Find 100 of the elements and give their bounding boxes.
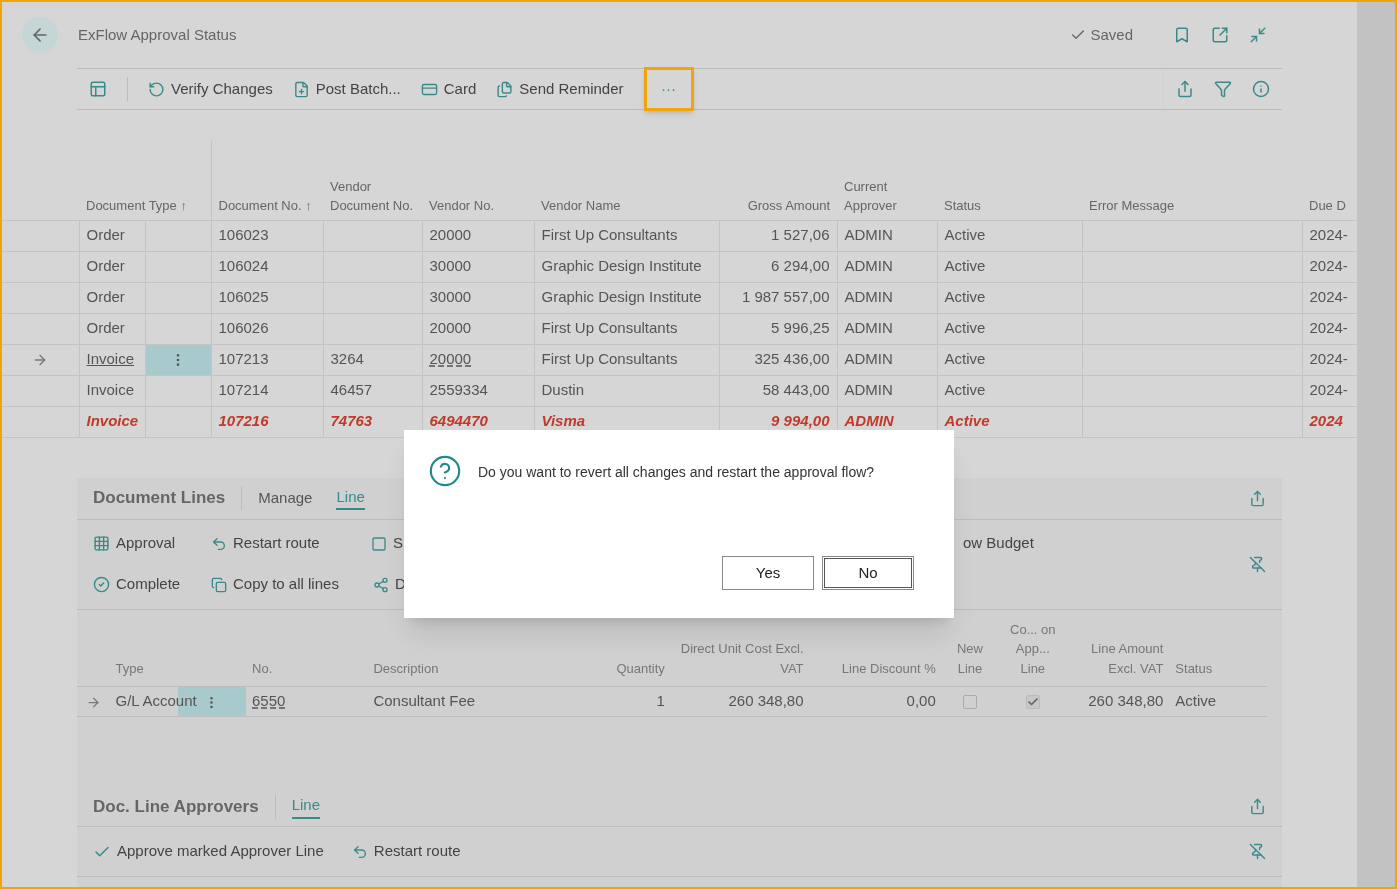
column-header[interactable]: Description [373, 658, 579, 678]
column-header[interactable]: Gross Amount [726, 196, 830, 216]
table-cell: 325 436,00 [754, 350, 830, 368]
action-button[interactable]: Restart route [351, 835, 461, 868]
table-cell: Active [944, 257, 986, 275]
table-cell: First Up Consultants [541, 350, 678, 368]
table-cell: First Up Consultants [541, 226, 678, 244]
layout-icon[interactable] [89, 80, 107, 98]
column-header[interactable]: Error Message [1089, 196, 1295, 216]
table-cell: ADMIN [844, 257, 893, 275]
column-header[interactable]: Co... on App... Line [1004, 619, 1062, 678]
table-cell[interactable]: 6494470 [429, 412, 488, 430]
table-cell[interactable]: Order [86, 226, 125, 244]
action-button[interactable]: Send Reminder [496, 73, 624, 105]
section-tab[interactable]: Line [336, 485, 365, 511]
table-cell[interactable]: 30000 [429, 257, 472, 275]
action-button[interactable]: S [371, 527, 411, 560]
table-cell[interactable]: 20000 [429, 226, 472, 244]
bookmark-icon[interactable] [1173, 26, 1191, 44]
action-button[interactable]: Post Batch... [292, 73, 401, 105]
saved-status: Saved [1090, 24, 1133, 45]
column-header[interactable]: Direct Unit Cost Excl. VAT [676, 639, 804, 678]
filter-icon[interactable] [1214, 80, 1232, 98]
column-header[interactable]: Document Type ↑ [86, 196, 204, 216]
share-icon[interactable] [1176, 80, 1194, 98]
column-header[interactable]: Quantity [590, 658, 665, 678]
table-row[interactable]: G/L Account 6550 Consultant Fee 1 260 348,80 0,00 260 348,80 Active [77, 686, 1267, 717]
action-button[interactable]: Restart route [211, 527, 371, 560]
table-cell[interactable]: 20000 [429, 319, 472, 337]
share-icon[interactable] [1249, 489, 1266, 507]
column-header[interactable]: Document No. ↑ [218, 196, 316, 216]
table-cell: Active [944, 381, 986, 399]
checkbox[interactable] [1025, 695, 1040, 710]
column-header[interactable]: Vendor Document No. [330, 176, 415, 216]
table-cell[interactable]: 2559334 [429, 381, 488, 399]
table-row[interactable]: Order 106025 30000 Graphic Design Institute 1 987 557,00 ADMIN Active 2024- [2, 282, 1357, 313]
share-icon[interactable] [1249, 798, 1266, 815]
table-cell: 106025 [218, 288, 269, 306]
section-tab[interactable]: Line [291, 794, 320, 819]
table-row[interactable]: Invoice 107214 46457 2559334 Dustin 58 443,00 ADMIN Active 2024- [2, 375, 1357, 406]
table-cell[interactable]: Invoice [86, 412, 139, 430]
unpin-icon[interactable] [1249, 555, 1266, 573]
table-cell: 260 348,80 [1088, 692, 1164, 710]
grid-icon [93, 535, 110, 552]
open-new-window-icon[interactable] [1211, 26, 1229, 44]
table-cell: 260 348,80 [728, 692, 804, 710]
table-cell: ADMIN [844, 226, 893, 244]
table-cell: 6 294,00 [771, 257, 830, 275]
page-title: ExFlow Approval Status [78, 24, 237, 45]
column-header[interactable]: Current Approver [844, 176, 930, 216]
column-header[interactable]: Status [1175, 658, 1261, 678]
table-cell[interactable]: 20000 [429, 350, 472, 368]
action-button[interactable]: Card [420, 73, 477, 105]
table-cell[interactable]: Invoice [86, 350, 135, 368]
back-button[interactable] [22, 17, 58, 53]
column-header[interactable]: Type [115, 658, 241, 678]
table-cell: Active [944, 412, 990, 430]
action-button[interactable]: Complete [93, 568, 211, 601]
column-header[interactable]: No. [252, 658, 362, 678]
action-button[interactable]: Copy to all lines [211, 568, 373, 601]
table-row[interactable]: Order 106023 20000 First Up Consultants 1 527,06 ADMIN Active 2024- [2, 220, 1357, 251]
column-header[interactable]: New Line [947, 639, 993, 678]
collapse-icon[interactable] [1249, 26, 1267, 44]
table-cell[interactable]: Order [86, 319, 125, 337]
table-row[interactable]: Order 106026 20000 First Up Consultants 5 996,25 ADMIN Active 2024- [2, 313, 1357, 344]
section-title: Doc. Line Approvers [93, 795, 259, 818]
more-options-button[interactable]: ··· [643, 67, 694, 111]
dialog-button[interactable]: Yes [722, 556, 814, 590]
action-button[interactable]: Approval [93, 527, 211, 560]
column-header[interactable]: Vendor Name [541, 196, 712, 216]
column-header[interactable]: Line Discount % [815, 658, 936, 678]
dialog-button[interactable]: No [822, 556, 914, 590]
table-cell: Graphic Design Institute [541, 257, 702, 275]
checkbox[interactable] [962, 695, 977, 710]
unpin-icon[interactable] [1249, 843, 1266, 860]
section-title: Document Lines [93, 487, 226, 510]
table-cell: 58 443,00 [762, 381, 830, 399]
action-button[interactable]: Verify Changes [148, 73, 273, 105]
table-cell: Consultant Fee [373, 692, 476, 710]
action-button[interactable]: Approve marked Approver Line [93, 835, 324, 868]
table-cell: Graphic Design Institute [541, 288, 702, 306]
table-cell[interactable]: 30000 [429, 288, 472, 306]
action-button[interactable]: ow Budget [963, 527, 1034, 560]
table-row[interactable]: Invoice 107213 3264 20000 First Up Consultants 325 436,00 ADMIN Active 2024- [2, 344, 1357, 375]
table-cell[interactable]: Order [86, 288, 125, 306]
table-cell: 1 527,06 [771, 226, 830, 244]
table-cell: 106023 [218, 226, 269, 244]
section-tab[interactable]: Manage [258, 486, 313, 510]
table-cell[interactable]: Invoice [86, 381, 135, 399]
table-cell[interactable]: 6550 [252, 692, 286, 710]
column-header[interactable]: Line Amount Excl. VAT [1073, 639, 1164, 678]
table-cell: First Up Consultants [541, 319, 678, 337]
table-cell: Active [944, 350, 986, 368]
column-header[interactable]: Due D [1309, 196, 1350, 216]
column-header[interactable]: Vendor No. [429, 196, 527, 216]
table-cell[interactable]: Order [86, 257, 125, 275]
column-header[interactable]: Status [944, 196, 1075, 216]
table-row[interactable]: Order 106024 30000 Graphic Design Institute 6 294,00 ADMIN Active 2024- [2, 251, 1357, 282]
table-cell: 3264 [330, 350, 364, 368]
info-icon[interactable] [1252, 80, 1270, 98]
